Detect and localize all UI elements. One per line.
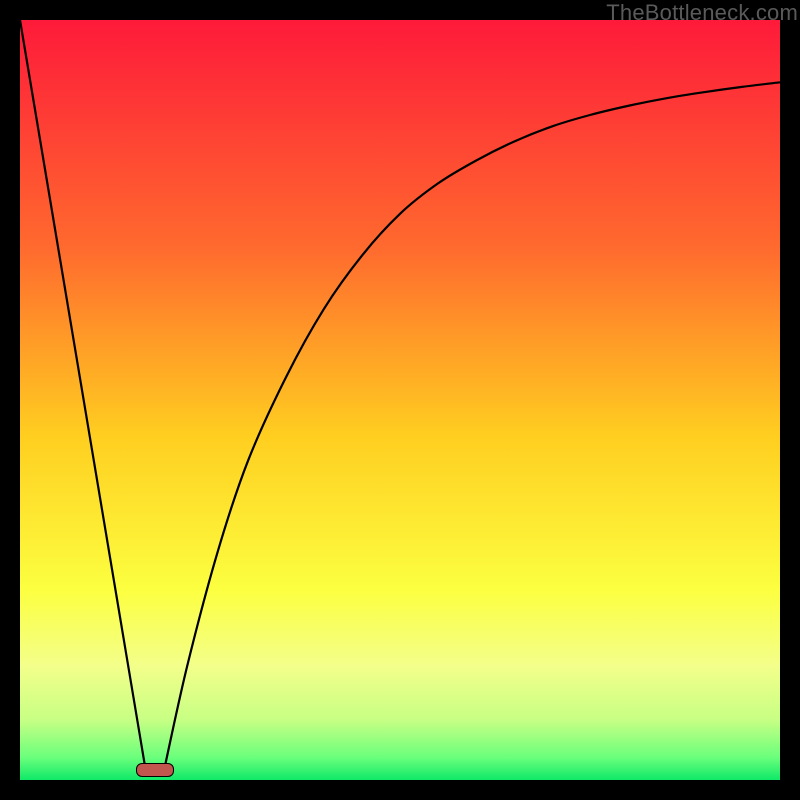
chart-canvas: TheBottleneck.com — [0, 0, 800, 800]
attribution-text: TheBottleneck.com — [606, 0, 798, 26]
gradient-background — [20, 20, 780, 780]
chart-svg — [20, 20, 780, 780]
bottleneck-marker — [136, 763, 174, 777]
plot-area — [20, 20, 780, 780]
